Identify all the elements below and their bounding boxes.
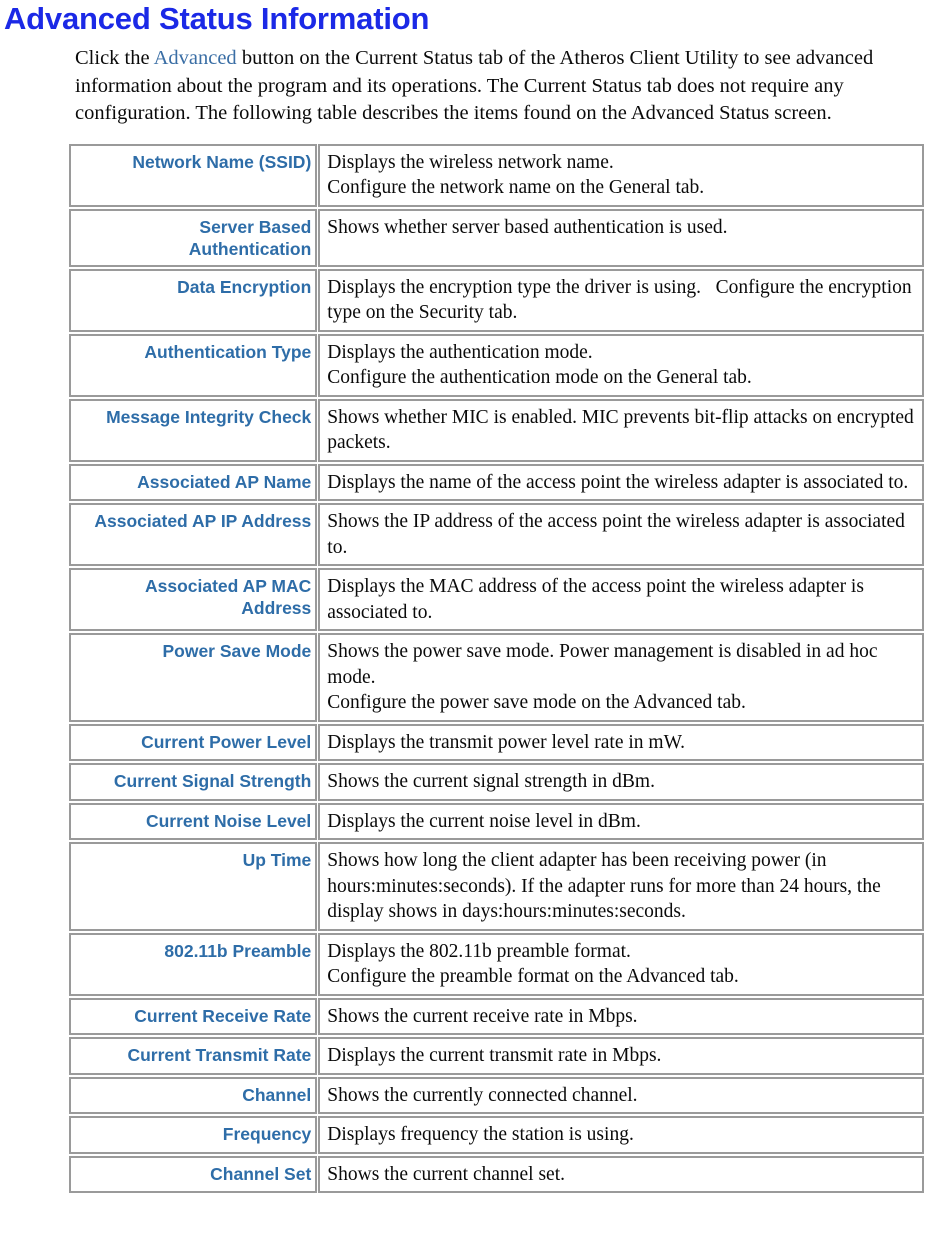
status-item-description: Shows the current channel set. xyxy=(318,1155,924,1193)
description-line: Shows whether server based authenticatio… xyxy=(327,216,728,238)
status-item-description: Shows the current receive rate in Mbps. xyxy=(318,997,924,1035)
status-item-description: Shows the currently connected channel. xyxy=(318,1076,924,1114)
table-row: Current Receive Rate Shows the current re… xyxy=(69,997,924,1035)
status-item-label: Server Based Authentication xyxy=(69,208,318,267)
description-line: Shows the current receive rate in Mbps. xyxy=(327,1005,638,1027)
table-row: Up Time Shows how long the client adapter… xyxy=(69,842,924,931)
table-row: Current Power Level Displays the transmit… xyxy=(69,723,924,761)
table-row: Associated AP IP Address Shows the IP add… xyxy=(69,503,924,566)
description-line: Shows the power save mode. Power managem… xyxy=(327,641,883,688)
status-item-label: Current Noise Level xyxy=(69,802,318,840)
description-line: Configure the network name on the Genera… xyxy=(327,177,705,198)
status-item-description: Displays the MAC address of the access p… xyxy=(318,568,924,631)
table-row: Current Noise Level Displays the current … xyxy=(69,802,924,840)
status-item-label: Current Transmit Rate xyxy=(69,1037,318,1075)
description-line: Displays the encryption type the driver … xyxy=(327,276,917,324)
description-line: Shows how long the client adapter has be… xyxy=(327,850,886,922)
status-item-description: Displays the wireless network name. Confi… xyxy=(318,143,924,207)
status-item-label: Associated AP IP Address xyxy=(69,503,318,566)
status-item-label: Associated AP MAC Address xyxy=(69,568,318,631)
status-item-label: Current Receive Rate xyxy=(69,997,318,1035)
table-body: Network Name (SSID) Displays the wireless… xyxy=(69,143,924,1193)
status-item-label: Up Time xyxy=(69,842,318,931)
status-item-label: 802.11b Preamble xyxy=(69,932,318,996)
status-item-description: Shows whether server based authenticatio… xyxy=(318,208,924,267)
table-row: Channel Set Shows the current channel set… xyxy=(69,1155,924,1193)
status-item-label: Message Integrity Check xyxy=(69,398,318,462)
status-item-description: Shows how long the client adapter has be… xyxy=(318,842,924,931)
status-item-description: Displays the transmit power level rate i… xyxy=(318,723,924,761)
table-row: Current Signal Strength Shows the current… xyxy=(69,763,924,801)
description-line: Shows the IP address of the access point… xyxy=(327,511,910,558)
status-item-description: Displays the 802.11b preamble format. Con… xyxy=(318,932,924,996)
table-row: Network Name (SSID) Displays the wireless… xyxy=(69,143,924,207)
description-line: Displays the wireless network name. xyxy=(327,151,614,173)
status-item-label: Network Name (SSID) xyxy=(69,143,318,207)
status-item-label: Data Encryption xyxy=(69,268,318,332)
status-item-description: Displays the current noise level in dBm. xyxy=(318,802,924,840)
status-item-label: Channel Set xyxy=(69,1155,318,1193)
page-title: Advanced Status Information xyxy=(4,1,430,36)
status-item-label: Authentication Type xyxy=(69,333,318,397)
description-line: Shows whether MIC is enabled. MIC preven… xyxy=(327,406,919,454)
status-item-description: Shows whether MIC is enabled. MIC preven… xyxy=(318,398,924,462)
description-line: Shows the current signal strength in dBm… xyxy=(327,771,655,792)
intro-text-before-link: Click the xyxy=(75,47,154,69)
description-line: Displays the MAC address of the access p… xyxy=(327,576,869,623)
table-row: Current Transmit Rate Displays the curren… xyxy=(69,1037,924,1075)
table-row: Power Save Mode Shows the power save mode… xyxy=(69,633,924,722)
table-row: Channel Shows the currently connected cha… xyxy=(69,1076,924,1114)
document-page: Advanced Status Information Click the Ad… xyxy=(0,0,934,1237)
status-item-description: Displays frequency the station is using. xyxy=(318,1116,924,1154)
table-row: Message Integrity Check Shows whether MIC… xyxy=(69,398,924,462)
table-row: Associated AP MAC Address Displays the MA… xyxy=(69,568,924,631)
table-row: 802.11b Preamble Displays the 802.11b pre… xyxy=(69,932,924,996)
table-row: Server Based Authentication Shows whether… xyxy=(69,208,924,267)
table-row: Associated AP Name Displays the name of t… xyxy=(69,463,924,501)
description-line: Displays the 802.11b preamble format. xyxy=(327,940,631,962)
status-item-description: Shows the power save mode. Power managem… xyxy=(318,633,924,722)
advanced-status-table: Network Name (SSID) Displays the wireless… xyxy=(68,142,925,1196)
description-line: Configure the authentication mode on the… xyxy=(327,367,752,388)
description-line: Displays frequency the station is using. xyxy=(327,1124,634,1145)
table-row: Data Encryption Displays the encryption t… xyxy=(69,268,924,332)
description-line: Displays the authentication mode. xyxy=(327,341,593,363)
status-item-description: Displays the encryption type the driver … xyxy=(318,268,924,332)
status-item-description: Displays the current transmit rate in Mb… xyxy=(318,1037,924,1075)
advanced-link[interactable]: Advanced xyxy=(154,47,237,69)
status-item-label: Current Signal Strength xyxy=(69,763,318,801)
status-item-label: Frequency xyxy=(69,1116,318,1154)
status-item-description: Displays the name of the access point th… xyxy=(318,463,924,501)
intro-paragraph: Click the Advanced button on the Current… xyxy=(0,45,934,128)
description-line: Displays the current noise level in dBm. xyxy=(327,810,641,832)
status-item-description: Shows the IP address of the access point… xyxy=(318,503,924,566)
table-row: Authentication Type Displays the authenti… xyxy=(69,333,924,397)
description-line: Displays the current transmit rate in Mb… xyxy=(327,1045,662,1066)
description-line: Configure the preamble format on the Adv… xyxy=(327,966,739,987)
description-line: Shows the currently connected channel. xyxy=(327,1084,638,1106)
description-line: Configure the power save mode on the Adv… xyxy=(327,692,746,713)
status-item-label: Current Power Level xyxy=(69,723,318,761)
status-item-description: Displays the authentication mode. Configu… xyxy=(318,333,924,397)
status-item-label: Power Save Mode xyxy=(69,633,318,722)
description-line: Displays the name of the access point th… xyxy=(327,471,909,493)
description-line: Shows the current channel set. xyxy=(327,1163,566,1185)
description-line: Displays the transmit power level rate i… xyxy=(327,731,686,753)
status-item-description: Shows the current signal strength in dBm… xyxy=(318,763,924,801)
status-item-label: Channel xyxy=(69,1076,318,1114)
status-item-label: Associated AP Name xyxy=(69,463,318,501)
table-row: Frequency Displays frequency the station … xyxy=(69,1116,924,1154)
